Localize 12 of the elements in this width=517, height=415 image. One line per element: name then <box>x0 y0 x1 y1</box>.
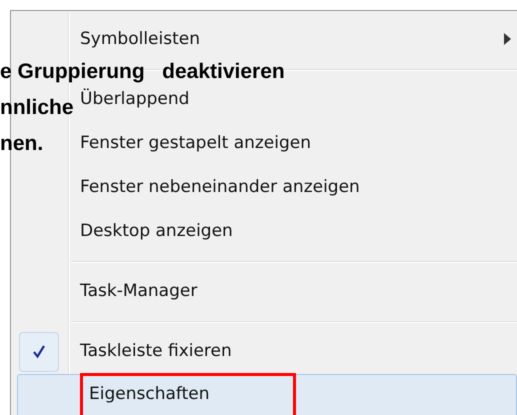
menu-item-label[interactable]: Überlappend <box>80 87 190 113</box>
menu-item-label[interactable]: Fenster gestapelt anzeigen <box>80 131 312 157</box>
instruction-text: nen. <box>0 131 44 157</box>
instruction-text: nnliche <box>0 95 74 121</box>
menu-item[interactable]: Eigenschaften <box>17 374 517 415</box>
menu-item-label[interactable]: Taskleiste fixieren <box>80 339 232 365</box>
instruction-text: e Gruppierung deaktivieren <box>0 59 285 85</box>
menu-item-label: Eigenschaften <box>80 373 296 415</box>
menu-item-label[interactable]: Task-Manager <box>80 279 198 305</box>
menu-item-label[interactable]: Fenster nebeneinander anzeigen <box>80 175 360 201</box>
menu-item-label[interactable]: Symbolleisten <box>80 27 200 53</box>
menu-item-label[interactable]: Desktop anzeigen <box>80 219 233 245</box>
